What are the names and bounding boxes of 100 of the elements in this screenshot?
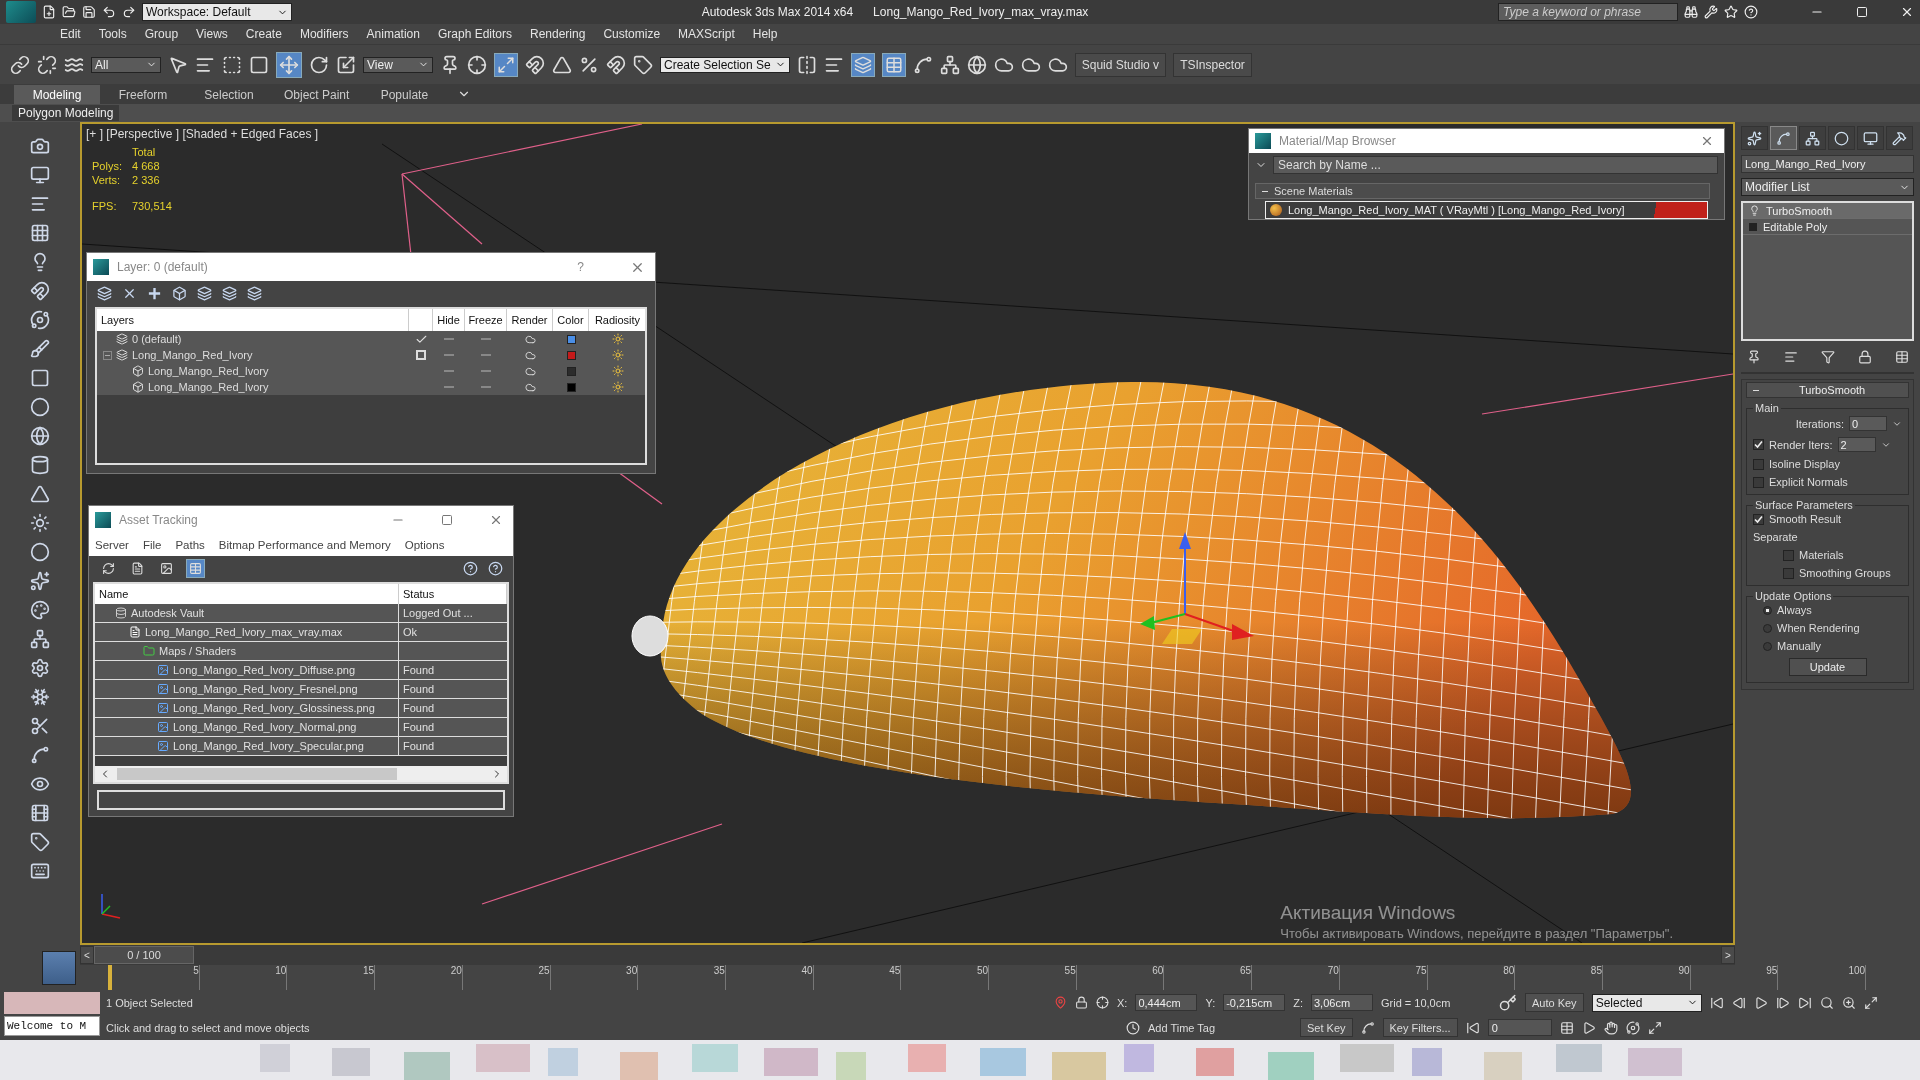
stat-value: 2 336 <box>132 174 161 186</box>
maxscript-listener-input[interactable]: Welcome to M <box>4 1016 100 1036</box>
reference-coordinate-dropdown[interactable]: View <box>363 56 433 73</box>
menu-item[interactable]: Paths <box>175 539 205 551</box>
ribbon-tab[interactable]: Selection <box>186 85 272 104</box>
menu-item[interactable]: Options <box>404 539 445 551</box>
modifier-stack-item[interactable]: Editable Poly <box>1743 219 1912 235</box>
radio-label: When Rendering <box>1777 622 1860 634</box>
plugin-button[interactable]: Squid Studio v <box>1074 52 1167 77</box>
axis-label: Z: <box>1293 996 1303 1009</box>
update-button[interactable]: Update <box>1788 658 1867 676</box>
menu-item[interactable]: Animation <box>358 24 428 44</box>
column-header[interactable]: Color <box>553 309 589 331</box>
menu-item[interactable]: Bitmap Performance and Memory <box>218 539 391 551</box>
asset-status: Found <box>402 739 436 754</box>
asset-name[interactable]: Long_Mango_Red_Ivory_Diffuse.png <box>95 661 399 679</box>
axis-label: X: <box>1117 996 1128 1009</box>
group-label: Separate <box>1753 531 1798 543</box>
search-field[interactable]: Search by Name ... <box>1273 156 1718 174</box>
ribbon-tab[interactable]: Freeform <box>100 85 186 104</box>
ribbon-tab[interactable]: Populate <box>361 85 448 104</box>
coordinate-field[interactable]: 3,06cm <box>1311 994 1373 1011</box>
selection-set-dropdown[interactable]: Create Selection Se <box>660 56 790 73</box>
coordinate-field[interactable]: 0,444cm <box>1135 994 1198 1011</box>
frame-number: 20 <box>375 965 463 990</box>
checkbox-label: Render Iters: <box>1769 438 1833 451</box>
auto-key-button[interactable]: Auto Key <box>1525 993 1584 1012</box>
menu-item[interactable]: Graph Editors <box>429 24 520 44</box>
group-header[interactable]: Scene Materials <box>1255 183 1710 199</box>
frame-number: 50 <box>901 965 990 990</box>
column-header[interactable]: Name <box>95 584 399 604</box>
coordinate-field[interactable]: -0,215cm <box>1223 994 1286 1011</box>
spinner-field[interactable]: 2 <box>1837 437 1876 452</box>
column-header[interactable]: Status <box>399 584 507 604</box>
column-header[interactable]: Render <box>507 309 553 331</box>
asset-name[interactable]: Long_Mango_Red_Ivory_Normal.png <box>95 718 399 736</box>
asset-status: Found <box>402 663 436 678</box>
asset-name[interactable]: Long_Mango_Red_Ivory_Specular.png <box>95 737 399 755</box>
activation-message: Чтобы активировать Windows, перейдите в раздел "Параметры". <box>1280 926 1673 941</box>
object-name-field[interactable]: Long_Mango_Red_Ivory <box>1741 155 1914 173</box>
asset-status: Logged Out ... <box>402 606 474 621</box>
spinner-label: Iterations: <box>1795 417 1844 430</box>
menu-item[interactable]: Modifiers <box>291 24 357 44</box>
time-slider[interactable]: < 0 / 100 > <box>80 945 1735 965</box>
modifier-stack-item[interactable]: TurboSmooth <box>1743 203 1912 219</box>
menu-item[interactable]: Server <box>95 539 129 551</box>
rollout-title: TurboSmooth <box>1799 384 1866 396</box>
viewport-label[interactable]: [+ ] [Perspective ] [Shaded + Edged Faces ] <box>86 127 319 141</box>
group-title: Surface Parameters <box>1754 499 1854 511</box>
column-header[interactable]: Freeze <box>465 309 507 331</box>
frame-number: 95 <box>1690 965 1779 990</box>
group-title: Update Options <box>1754 590 1833 602</box>
menu-item[interactable]: Customize <box>595 24 669 44</box>
previous-frame-button[interactable]: < <box>80 946 94 964</box>
stat-label: FPS: <box>92 200 118 212</box>
menu-item[interactable]: Views <box>188 24 236 44</box>
menu-item[interactable]: Help <box>744 24 786 44</box>
frame-number: 25 <box>462 965 551 990</box>
asset-name[interactable]: Long_Mango_Red_Ivory_Glossiness.png <box>95 699 399 717</box>
set-key-button[interactable]: Set Key <box>1300 1018 1353 1037</box>
column-header[interactable]: Radiosity <box>589 309 645 331</box>
current-frame-field[interactable]: 0 <box>1487 1019 1552 1036</box>
ribbon-panel-label[interactable]: Polygon Modeling <box>12 105 120 121</box>
rollout-header[interactable]: TurboSmooth <box>1746 382 1909 398</box>
frame-number: 90 <box>1602 965 1691 990</box>
frame-number: 65 <box>1164 965 1253 990</box>
plugin-button[interactable]: TSInspector <box>1173 52 1252 77</box>
menu-item[interactable]: Create <box>237 24 290 44</box>
workspace-dropdown[interactable]: Workspace: Default <box>142 3 292 21</box>
frame-number: 10 <box>199 965 288 990</box>
key-filters-button[interactable]: Key Filters... <box>1382 1018 1458 1037</box>
material-item[interactable]: Long_Mango_Red_Ivory_MAT ( VRayMtl ) [Long_Mango_Red_Ivory] <box>1265 201 1708 219</box>
menu-item[interactable]: Rendering <box>522 24 594 44</box>
menu-item[interactable]: MAXScript <box>670 24 743 44</box>
ribbon-tab[interactable]: Modeling <box>14 85 100 104</box>
key-mode-dropdown[interactable]: Selected <box>1591 993 1702 1012</box>
activation-title: Активация Windows <box>1280 902 1457 924</box>
asset-name[interactable]: Long_Mango_Red_Ivory_Fresnel.png <box>95 680 399 698</box>
frame-number: 40 <box>725 965 814 990</box>
help-button[interactable]: ? <box>577 260 584 274</box>
search-field[interactable]: Type a keyword or phrase <box>1498 3 1678 21</box>
selection-filter-dropdown[interactable]: All <box>91 56 161 73</box>
next-frame-button[interactable]: > <box>1721 946 1735 964</box>
app-title: Autodesk 3ds Max 2014 x64 <box>701 5 854 19</box>
menu-item[interactable]: Tools <box>90 24 135 44</box>
modifier-list-dropdown[interactable]: Modifier List <box>1741 178 1914 196</box>
spinner-field[interactable]: 0 <box>1849 416 1887 431</box>
column-header[interactable]: Layers <box>97 309 409 331</box>
frame-number: 75 <box>1339 965 1428 990</box>
menu-item[interactable]: Group <box>136 24 187 44</box>
selection-status: 1 Object Selected <box>106 996 194 1009</box>
asset-name[interactable]: Long_Mango_Red_Ivory_max_vray.max <box>95 623 399 641</box>
add-time-tag[interactable]: Add Time Tag <box>1148 1021 1258 1034</box>
ribbon-tab[interactable]: Object Paint <box>272 85 362 104</box>
menu-item[interactable]: File <box>142 539 162 551</box>
time-slider-thumb[interactable]: 0 / 100 <box>94 946 194 964</box>
column-header[interactable]: Hide <box>433 309 465 331</box>
dialog-title: Asset Tracking <box>119 513 198 527</box>
menu-item[interactable]: Edit <box>52 24 89 44</box>
asset-name[interactable]: Autodesk Vault <box>95 604 399 622</box>
